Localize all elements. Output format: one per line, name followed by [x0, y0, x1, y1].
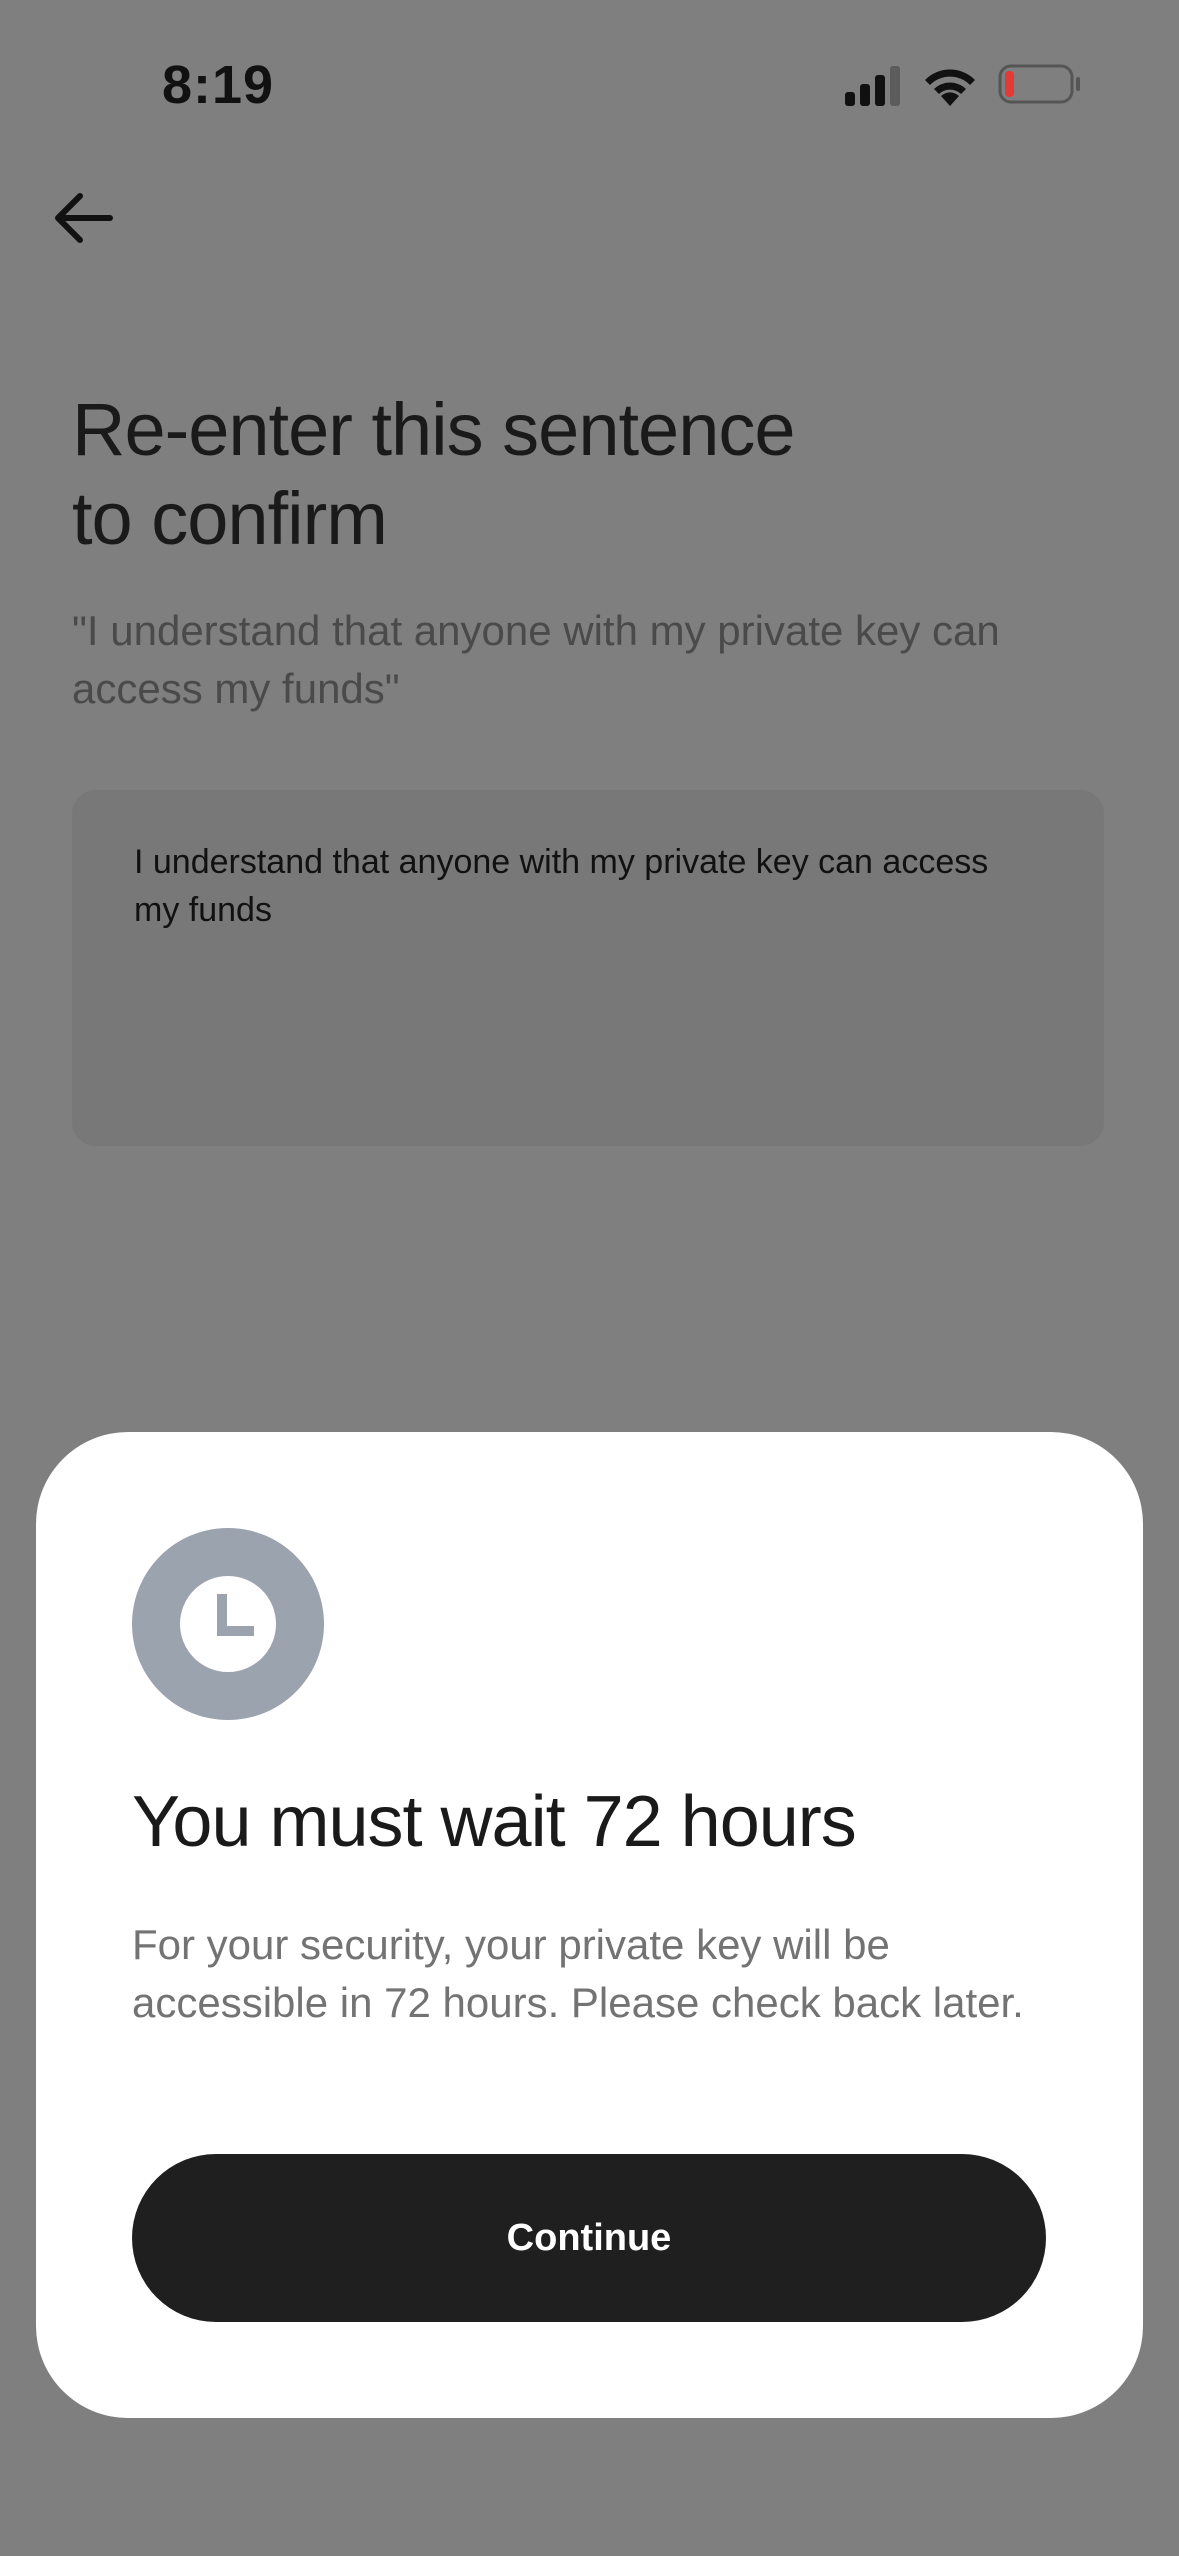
wait-bottom-sheet: You must wait 72 hours For your security…	[36, 1432, 1143, 2418]
page-title-line-1: Re-enter this sentence	[72, 388, 796, 471]
clock-badge	[132, 1528, 324, 1720]
page-title: Re-enter this sentence to confirm	[72, 385, 972, 563]
signal-icon	[845, 66, 900, 106]
back-button[interactable]	[46, 180, 122, 256]
status-bar: 8:19	[0, 0, 1179, 170]
page-title-line-2: to confirm	[72, 477, 388, 560]
confirm-sentence-prompt: "I understand that anyone with my privat…	[72, 607, 1000, 712]
sheet-title: You must wait 72 hours	[132, 1782, 857, 1862]
arrow-left-icon	[55, 193, 113, 243]
status-time: 8:19	[162, 55, 275, 115]
battery-low-icon	[998, 64, 1080, 104]
confirm-sentence-input[interactable]: I understand that anyone with my private…	[72, 790, 1104, 1146]
continue-button[interactable]: Continue	[132, 2154, 1046, 2322]
clock-icon	[180, 1576, 276, 1672]
wifi-icon	[925, 69, 975, 106]
sheet-body: For your security, your private key will…	[132, 1921, 1024, 2026]
